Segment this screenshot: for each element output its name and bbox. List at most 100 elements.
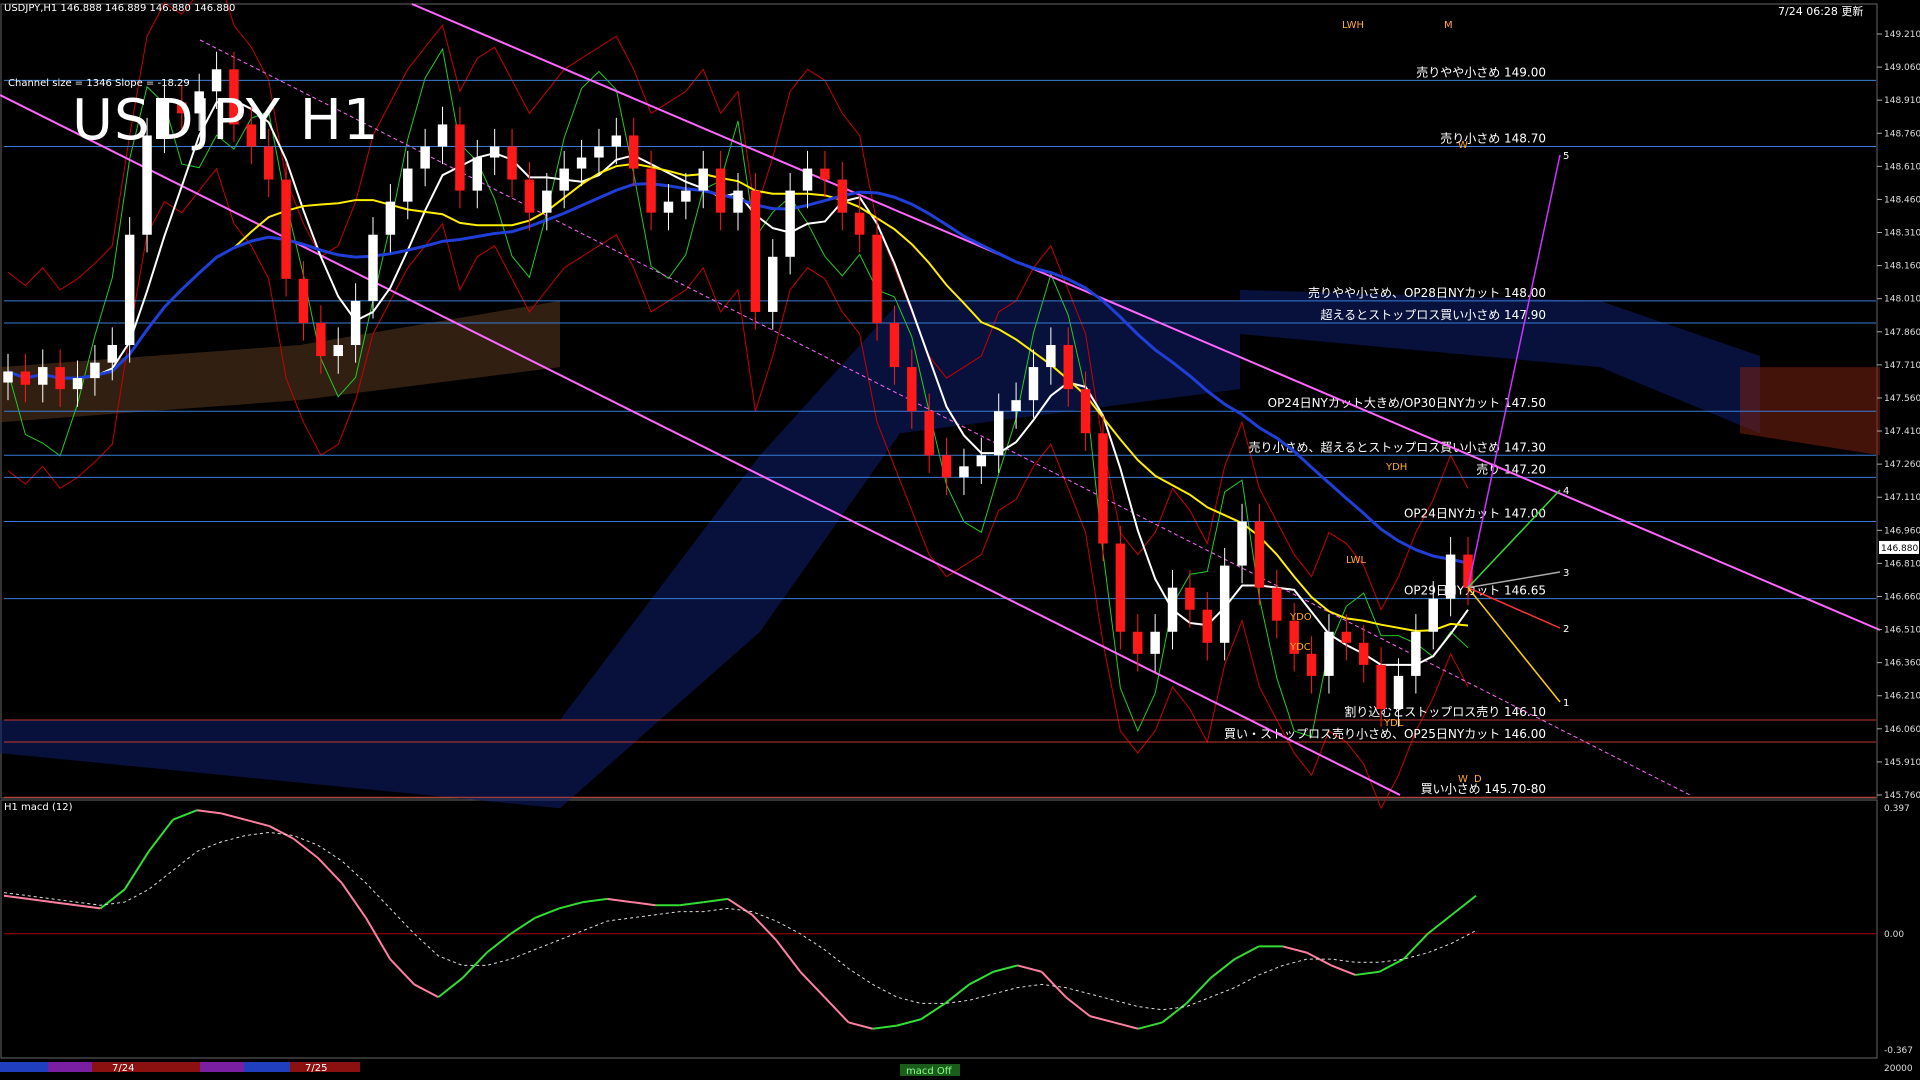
price-tick-label: 146.210: [1884, 692, 1920, 702]
time-segment: [200, 1062, 244, 1072]
candle-body: [1028, 367, 1039, 401]
candle-body: [715, 168, 726, 213]
zone-label: YDH: [1385, 462, 1407, 473]
projection-label: 5: [1563, 151, 1569, 162]
time-segment: [140, 1062, 200, 1072]
macd-tick-label: 0.00: [1884, 930, 1904, 940]
zone-label: YDO: [1289, 612, 1312, 623]
price-tick-label: 146.060: [1884, 725, 1920, 735]
price-tick-label: 145.910: [1884, 758, 1920, 768]
symbol-info: USDJPY,H1 146.888 146.889 146.880 146.88…: [4, 3, 236, 14]
price-tick-label: 148.910: [1884, 96, 1920, 106]
candle-body: [124, 234, 135, 346]
candle-body: [507, 146, 517, 180]
price-tick-label: 146.660: [1884, 592, 1920, 602]
projection-label: 1: [1563, 698, 1569, 709]
macd-tick-label: -0.367: [1884, 1046, 1913, 1056]
price-tick-label: 148.610: [1884, 162, 1920, 172]
candle-body: [472, 157, 483, 191]
price-tick-label: 148.760: [1884, 129, 1920, 139]
price-tick-label: 149.060: [1884, 63, 1920, 73]
zone-label: LWL: [1346, 555, 1367, 566]
level-label: OP24日NYカット大きめ/OP30日NYカット 147.50: [1268, 396, 1546, 410]
candle-body: [316, 322, 326, 357]
price-tick-label: 147.560: [1884, 394, 1920, 404]
level-label: 買い小さめ 145.70-80: [1421, 782, 1546, 796]
projection-label: 3: [1563, 568, 1569, 579]
candle-body: [385, 201, 396, 235]
candle-body: [72, 378, 83, 390]
zone-label: YDC: [1289, 642, 1311, 653]
bottom-value: 20000: [1884, 1064, 1913, 1074]
price-tick-label: 147.410: [1884, 427, 1920, 437]
price-tick-label: 146.510: [1884, 626, 1920, 636]
candle-body: [907, 367, 917, 412]
candle-body: [1358, 642, 1369, 665]
price-tick-label: 147.860: [1884, 328, 1920, 338]
candle-body: [993, 411, 1004, 456]
candle-body: [1150, 631, 1160, 654]
candle-body: [420, 146, 430, 169]
timestamp: 7/24 06:28 更新: [1778, 5, 1864, 18]
time-segment: [244, 1062, 290, 1072]
candle-body: [1133, 631, 1143, 654]
candle-body: [55, 367, 65, 390]
candle-body: [646, 168, 656, 213]
zone-label: M: [1444, 20, 1453, 31]
status-label: macd Off: [906, 1066, 953, 1077]
candle-body: [1428, 598, 1438, 632]
candle-body: [542, 190, 552, 213]
candle-body: [733, 190, 743, 213]
candle-body: [820, 168, 830, 180]
candle-body: [1324, 631, 1334, 676]
candle-body: [1237, 521, 1247, 566]
current-price-label: 146.880: [1881, 544, 1918, 554]
price-tick-label: 146.810: [1884, 559, 1920, 569]
candle-body: [802, 168, 813, 191]
candle-body: [872, 234, 882, 323]
candle-body: [628, 135, 639, 169]
projection-label: 2: [1563, 624, 1569, 635]
candle-body: [698, 168, 708, 191]
candle-body: [1202, 609, 1213, 643]
candle-body: [1445, 554, 1456, 599]
candle-body: [1115, 543, 1126, 632]
candle-body: [924, 411, 934, 456]
candle-body: [3, 371, 13, 383]
level-label: 売りやや小さめ 149.00: [1416, 64, 1546, 79]
candle-body: [1411, 631, 1421, 676]
candle-body: [1254, 521, 1265, 588]
candle-body: [1167, 587, 1178, 632]
candle-body: [1011, 400, 1021, 412]
candle-body: [20, 371, 31, 385]
price-tick-label: 147.110: [1884, 493, 1920, 503]
candle-body: [1376, 664, 1386, 709]
candle-body: [437, 124, 448, 147]
candle-body: [524, 179, 535, 213]
price-tick-label: 148.010: [1884, 295, 1920, 305]
candle-body: [976, 455, 987, 467]
candle-body: [750, 190, 761, 312]
candle-body: [1272, 587, 1282, 621]
candle-body: [1046, 345, 1056, 368]
level-label: 超えるとストップロス買い小さめ 147.90: [1321, 307, 1546, 322]
candle-body: [368, 234, 378, 301]
candle-body: [1393, 675, 1404, 709]
candle-body: [1098, 433, 1108, 544]
price-tick-label: 148.310: [1884, 229, 1920, 239]
level-label: 売り小さめ 148.70: [1440, 130, 1546, 145]
level-label: 売りやや小さめ、OP28日NYカット 148.00: [1308, 285, 1546, 300]
candle-body: [854, 212, 865, 235]
candle-body: [281, 179, 291, 279]
level-label: OP24日NYカット 147.00: [1404, 506, 1546, 520]
level-label: 割り込むとストップロス売り 146.10: [1344, 704, 1546, 719]
candle-body: [959, 466, 969, 478]
zone-label: W: [1458, 774, 1468, 785]
zone-label: W: [1458, 140, 1468, 151]
candle-body: [611, 135, 622, 147]
price-tick-label: 147.710: [1884, 361, 1920, 371]
time-segment: [48, 1062, 92, 1072]
time-segment: [0, 1062, 48, 1072]
candle-body: [1341, 631, 1352, 643]
price-tick-label: 146.360: [1884, 659, 1920, 669]
